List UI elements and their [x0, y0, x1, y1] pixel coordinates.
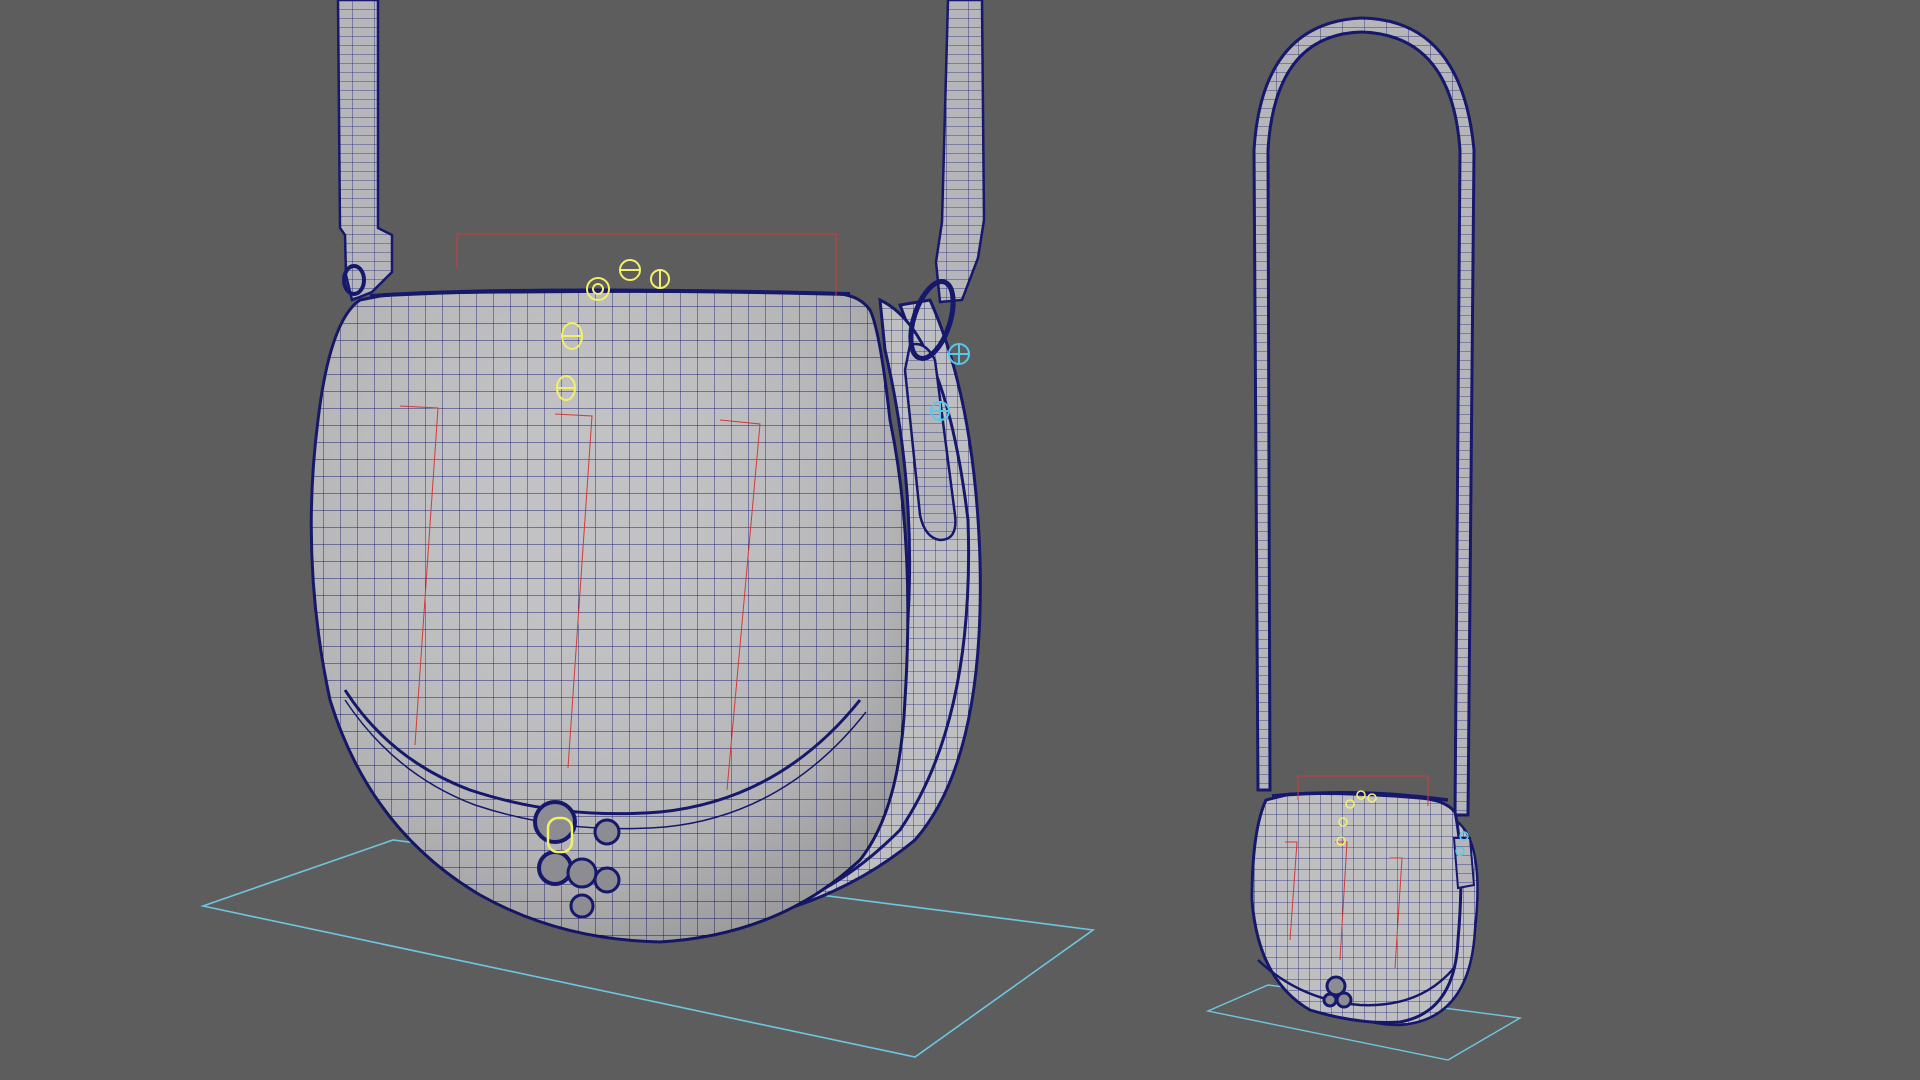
small-side-tab	[1452, 837, 1476, 890]
3d-viewport[interactable]	[0, 0, 1920, 1080]
bag-full-length[interactable]	[1205, 16, 1523, 1061]
bag-closeup[interactable]	[200, 0, 1096, 1058]
long-strap[interactable]	[1252, 16, 1476, 817]
strap-left[interactable]	[336, 0, 394, 302]
strap-right[interactable]	[934, 0, 986, 304]
viewport-canvas[interactable]	[0, 0, 1920, 1080]
